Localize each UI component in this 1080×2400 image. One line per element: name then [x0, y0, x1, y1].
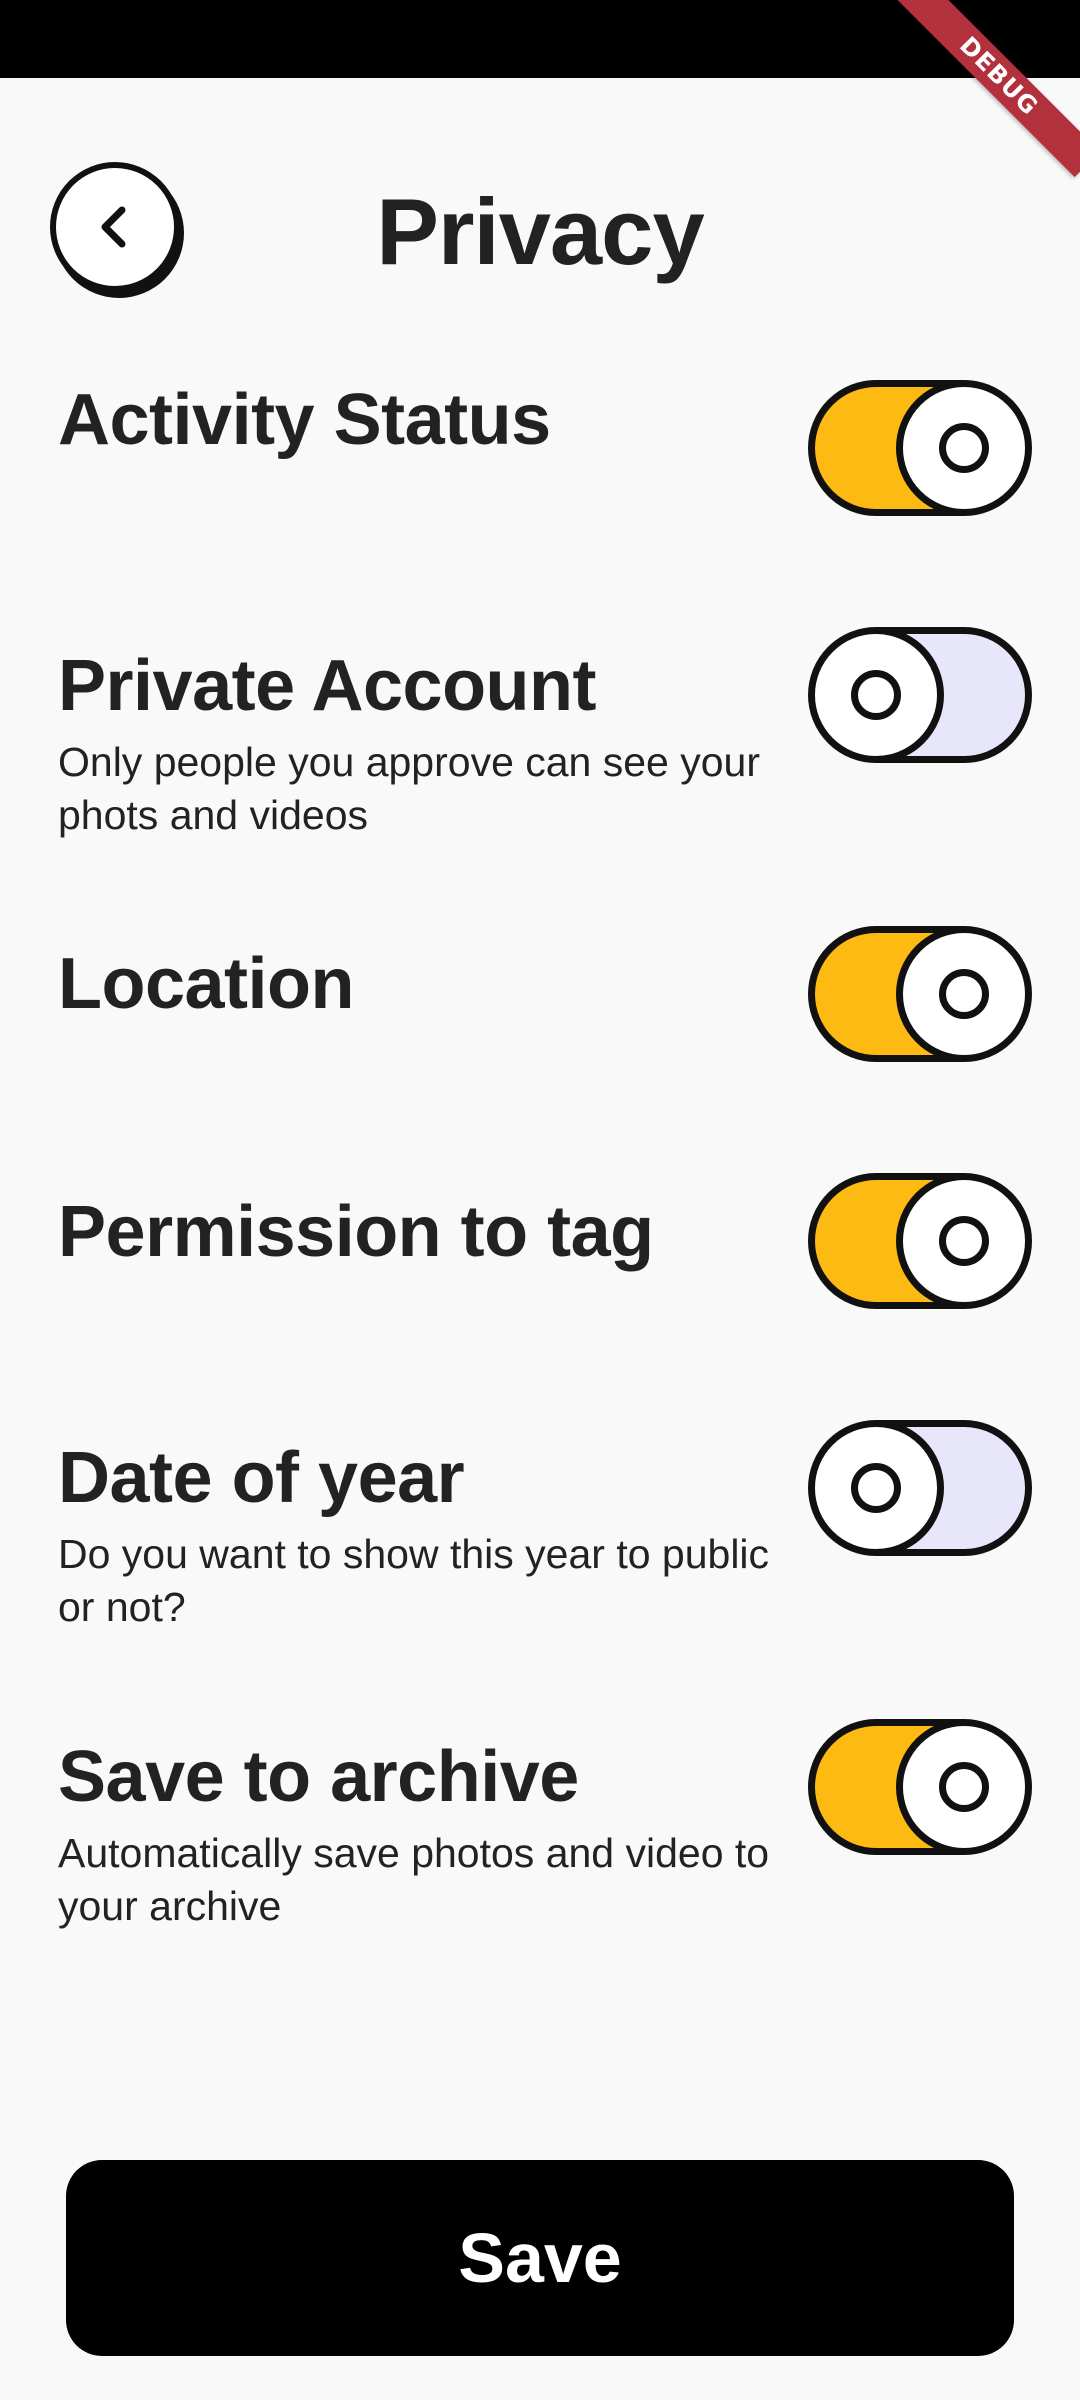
setting-description: Do you want to show this year to public … [58, 1531, 770, 1630]
save-button-label: Save [458, 2219, 622, 2297]
privacy-screen: DEBUG Privacy Activity Status Private Ac… [0, 0, 1080, 2400]
knob-ring-icon [939, 969, 989, 1019]
toggle-knob [815, 634, 944, 756]
knob-ring-icon [939, 1762, 989, 1812]
save-to-archive-toggle[interactable] [808, 1719, 1032, 1855]
date-of-year-toggle[interactable] [808, 1420, 1032, 1556]
location-toggle[interactable] [808, 926, 1032, 1062]
knob-ring-icon [939, 423, 989, 473]
toggle-knob [815, 1427, 944, 1549]
setting-description: Automatically save photos and video to y… [58, 1830, 770, 1929]
private-account-toggle[interactable] [808, 627, 1032, 763]
activity-status-toggle[interactable] [808, 380, 1032, 516]
toggle-knob [896, 1726, 1025, 1848]
toggle-knob [896, 933, 1025, 1055]
knob-ring-icon [939, 1216, 989, 1266]
knob-ring-icon [851, 1463, 901, 1513]
toggle-knob [896, 387, 1025, 509]
save-button[interactable]: Save [66, 2160, 1014, 2356]
page-title: Privacy [376, 179, 705, 284]
toggle-knob [896, 1180, 1025, 1302]
setting-description: Only people you approve can see your pho… [58, 739, 761, 838]
knob-ring-icon [851, 670, 901, 720]
permission-to-tag-toggle[interactable] [808, 1173, 1032, 1309]
